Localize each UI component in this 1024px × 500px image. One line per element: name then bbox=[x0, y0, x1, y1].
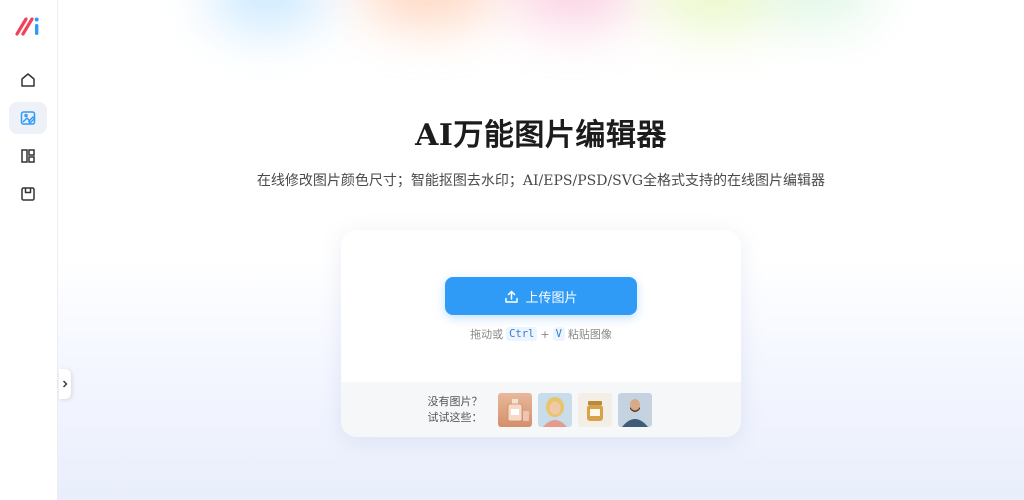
sample-images-bar: 没有图片？ 试试这些： bbox=[341, 382, 741, 437]
sample-blonde-woman[interactable] bbox=[537, 392, 572, 427]
sample-perfume-bottle[interactable] bbox=[497, 392, 532, 427]
upload-button-label: 上传图片 bbox=[525, 290, 578, 306]
nav-home[interactable] bbox=[9, 64, 47, 96]
nav-image-editor[interactable] bbox=[9, 102, 47, 134]
nav-saved[interactable] bbox=[9, 178, 47, 210]
image-edit-icon bbox=[20, 111, 36, 125]
decor-blob bbox=[508, 0, 638, 25]
decor-blob bbox=[758, 0, 878, 25]
sample-bearded-man[interactable] bbox=[617, 392, 652, 427]
perfume-bottle-icon bbox=[507, 398, 529, 421]
samples-label-line2: 试试这些： bbox=[427, 410, 483, 424]
sample-candle-jar[interactable] bbox=[577, 392, 612, 427]
chevron-right-icon bbox=[63, 380, 68, 388]
main-area: AI万能图片编辑器 在线修改图片颜色尺寸；智能抠图去水印；AI/EPS/PSD/… bbox=[58, 0, 1024, 500]
sidebar bbox=[0, 0, 58, 500]
save-icon bbox=[21, 187, 35, 201]
decor-blob bbox=[648, 0, 778, 30]
candle-jar-icon bbox=[586, 400, 603, 421]
hint-prefix: 拖动或 bbox=[470, 328, 504, 341]
decor-blob bbox=[208, 0, 328, 30]
home-icon bbox=[21, 73, 35, 87]
samples-label: 没有图片？ 试试这些： bbox=[428, 394, 483, 426]
v-key: V bbox=[552, 327, 565, 341]
samples-label-line1: 没有图片？ bbox=[427, 394, 483, 408]
hint-plus: + bbox=[540, 327, 550, 341]
upload-icon bbox=[505, 290, 519, 303]
upload-card[interactable]: 上传图片 拖动或 Ctrl + V 粘贴图像 没有图片？ 试试这些： bbox=[341, 230, 741, 437]
sidebar-toggle[interactable] bbox=[59, 369, 71, 399]
nav-templates[interactable] bbox=[9, 140, 47, 172]
upload-button[interactable]: 上传图片 bbox=[445, 277, 637, 315]
ctrl-key: Ctrl bbox=[506, 327, 538, 341]
page-title: AI万能图片编辑器 bbox=[415, 118, 667, 153]
hint-suffix: 粘贴图像 bbox=[567, 328, 612, 341]
paste-hint: 拖动或 Ctrl + V 粘贴图像 bbox=[341, 326, 741, 342]
ai-logo[interactable] bbox=[15, 14, 43, 38]
man-portrait-icon bbox=[621, 398, 648, 427]
page-subtitle: 在线修改图片颜色尺寸；智能抠图去水印；AI/EPS/PSD/SVG全格式支持的在… bbox=[256, 173, 826, 189]
woman-portrait-icon bbox=[542, 396, 567, 427]
layout-icon bbox=[21, 149, 35, 163]
decor-blob bbox=[358, 0, 498, 25]
